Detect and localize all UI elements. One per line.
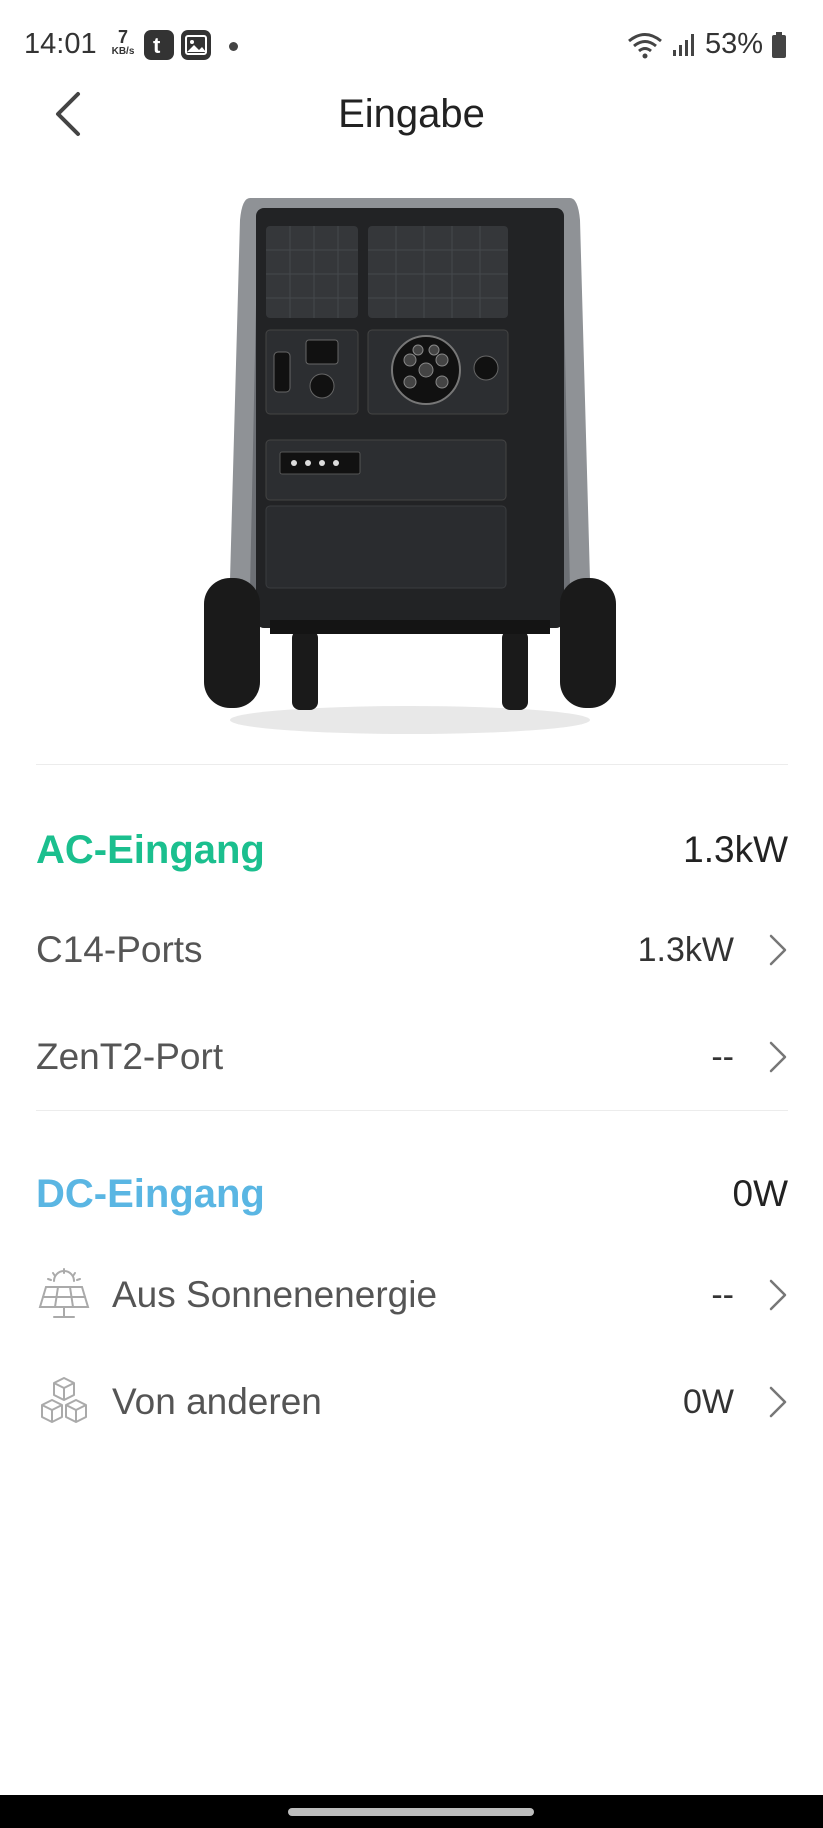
- divider: [36, 1110, 788, 1111]
- item-value: --: [711, 1275, 734, 1314]
- list-item-c14-ports[interactable]: C14-Ports 1.3kW: [36, 910, 788, 990]
- network-speed-value: 7: [117, 27, 128, 47]
- ac-input-header: AC-Eingang 1.3kW: [36, 820, 788, 880]
- item-label: ZenT2-Port: [36, 1036, 224, 1077]
- list-item-zent2-port[interactable]: ZenT2-Port --: [36, 1017, 788, 1097]
- list-item-solar[interactable]: Aus Sonnenenergie --: [36, 1255, 788, 1335]
- dc-input-value: 0W: [732, 1173, 789, 1214]
- item-label: C14-Ports: [36, 929, 203, 970]
- network-speed: 7 KB/s: [106, 28, 140, 57]
- system-nav-bar: [0, 1795, 823, 1828]
- item-value: 1.3kW: [637, 930, 734, 969]
- signal-icon: [672, 33, 694, 56]
- status-bar: 14:01 7 KB/s t 53%: [0, 0, 823, 92]
- ac-input-value: 1.3kW: [683, 829, 788, 870]
- solar-panel-icon: [38, 1268, 90, 1318]
- svg-text:t: t: [153, 33, 161, 58]
- item-label: Von anderen: [112, 1381, 322, 1422]
- divider: [36, 764, 788, 765]
- tumblr-app-icon: t: [144, 30, 174, 60]
- power-station-image: [204, 198, 616, 734]
- page-title: Eingabe: [338, 92, 485, 136]
- list-item-others[interactable]: Von anderen 0W: [36, 1362, 788, 1442]
- chevron-right-icon: [769, 1041, 787, 1073]
- network-speed-unit: KB/s: [111, 46, 135, 57]
- ac-input-title: AC-Eingang: [36, 827, 265, 872]
- gallery-icon: [181, 30, 211, 60]
- status-time: 14:01: [24, 28, 97, 60]
- notification-dot: [229, 42, 238, 51]
- battery-icon: [772, 31, 786, 58]
- item-value: 0W: [683, 1382, 734, 1421]
- dc-input-header: DC-Eingang 0W: [36, 1164, 788, 1224]
- item-label: Aus Sonnenenergie: [112, 1274, 438, 1315]
- wifi-icon: [628, 32, 662, 58]
- home-gesture-handle[interactable]: [288, 1808, 534, 1816]
- battery-percent: 53%: [704, 28, 763, 60]
- cubes-icon: [41, 1377, 87, 1423]
- chevron-right-icon: [769, 1279, 787, 1311]
- item-value: --: [711, 1037, 734, 1076]
- dc-input-title: DC-Eingang: [36, 1171, 265, 1216]
- chevron-right-icon: [769, 1386, 787, 1418]
- chevron-right-icon: [769, 934, 787, 966]
